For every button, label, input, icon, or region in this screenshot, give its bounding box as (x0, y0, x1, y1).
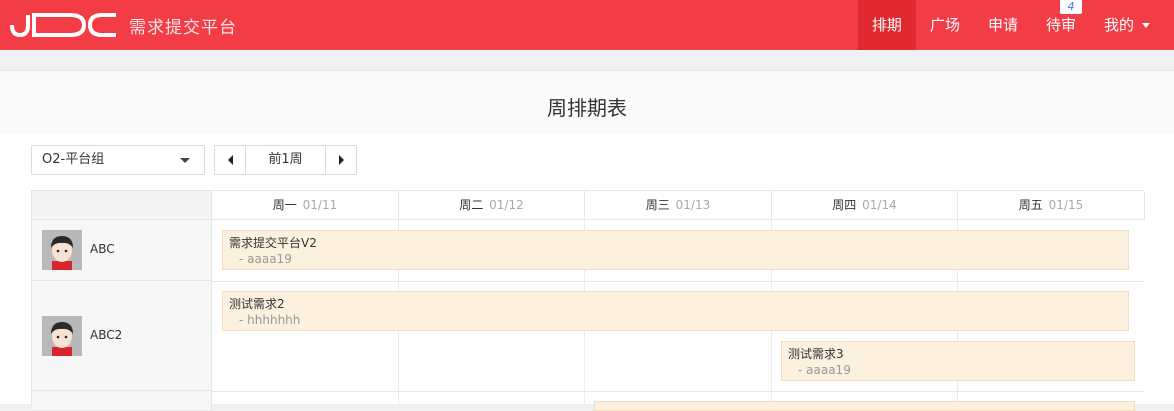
task-owner: - aaaa19 (239, 252, 292, 266)
day-header-mon: 周一 01/11 (212, 191, 399, 220)
day-header-tue: 周二 01/12 (399, 191, 585, 220)
day-name: 周一 (272, 198, 297, 212)
nav-label: 待审 (1045, 16, 1076, 34)
day-name: 周二 (459, 198, 484, 212)
prev-week-button[interactable] (215, 146, 245, 174)
day-date: 01/11 (302, 198, 338, 212)
task-card[interactable]: 需求提交平台V2 - aaaa19 (222, 230, 1129, 270)
top-navbar: 需求提交平台 排期 广场 申请 待审 4 我的 (0, 0, 1174, 50)
jdc-logo[interactable] (10, 13, 120, 37)
day-header-fri: 周五 01/15 (958, 191, 1145, 220)
nav-item-pending-review[interactable]: 待审 4 (1032, 0, 1090, 50)
nav-item-schedule[interactable]: 排期 (857, 0, 916, 50)
caret-down-icon (1142, 23, 1150, 28)
task-owner: - aaaa19 (798, 363, 851, 377)
group-select[interactable]: O2-平台组 (31, 145, 205, 175)
nav-label: 广场 (929, 16, 960, 34)
person-name: ABC (90, 242, 115, 256)
task-title: 测试需求3 (788, 347, 844, 361)
nav-item-square[interactable]: 广场 (916, 0, 974, 50)
brand-title: 需求提交平台 (129, 18, 237, 38)
day-date: 01/13 (675, 198, 711, 212)
day-name: 周四 (832, 198, 857, 212)
person-row-header: ABC (32, 220, 212, 281)
user-avatar-icon (42, 230, 82, 270)
arrow-right-icon (338, 155, 344, 165)
day-header-thu: 周四 01/14 (772, 191, 958, 220)
task-title: 需求提交平台V2 (229, 236, 317, 250)
row-divider (212, 281, 1145, 282)
schedule-panel: 周排期表 O2-平台组 前1周 周一 01/11 周二 01/12 周三 01/… (0, 70, 1174, 411)
day-name: 周三 (645, 198, 670, 212)
schedule-grid: 周一 01/11 周二 01/12 周三 01/13 周四 01/14 周五 0… (31, 190, 1145, 411)
pending-count-badge: 4 (1059, 0, 1082, 14)
nav-label: 我的 (1103, 16, 1134, 34)
group-select-value: O2-平台组 (42, 152, 105, 167)
user-avatar-icon (42, 316, 82, 356)
task-card[interactable]: 测试需求3 - aaaa19 (781, 341, 1135, 381)
day-date: 01/12 (489, 198, 524, 212)
day-header-wed: 周三 01/13 (585, 191, 772, 220)
person-row-header (32, 391, 212, 411)
page-title: 周排期表 (0, 71, 1174, 134)
next-week-button[interactable] (326, 146, 356, 174)
arrow-left-icon (227, 155, 233, 165)
task-card[interactable] (594, 401, 1135, 411)
day-date: 01/14 (862, 198, 897, 212)
nav-item-mine[interactable]: 我的 (1090, 0, 1174, 50)
day-date: 01/15 (1048, 198, 1084, 212)
day-name: 周五 (1018, 198, 1043, 212)
task-owner: - hhhhhhh (239, 313, 301, 327)
row-divider (212, 391, 1145, 392)
avatar (42, 316, 82, 356)
nav-label: 排期 (871, 16, 902, 34)
grid-corner (32, 191, 212, 220)
nav-item-apply[interactable]: 申请 (974, 0, 1032, 50)
week-pager: 前1周 (214, 145, 357, 175)
task-title: 测试需求2 (229, 297, 285, 311)
nav-label: 申请 (987, 16, 1018, 34)
person-row-header: ABC2 (32, 281, 212, 391)
avatar (42, 230, 82, 270)
chevron-down-icon (180, 158, 190, 163)
task-card[interactable]: 测试需求2 - hhhhhhh (222, 291, 1129, 331)
person-name: ABC2 (90, 328, 123, 342)
main-nav: 排期 广场 申请 待审 4 我的 (857, 0, 1174, 50)
week-label: 前1周 (245, 146, 326, 174)
